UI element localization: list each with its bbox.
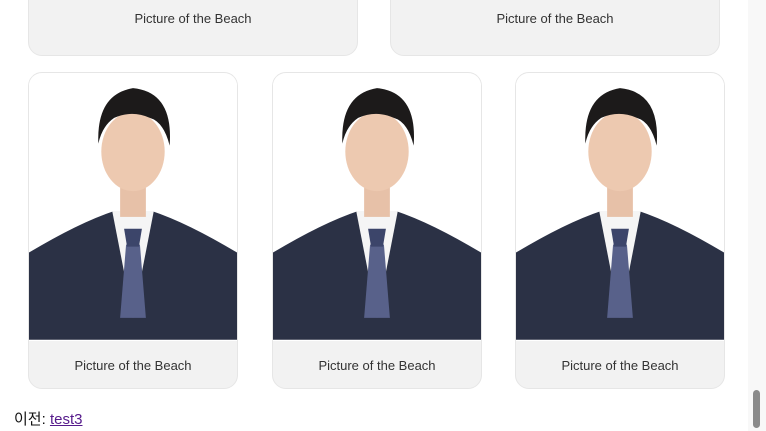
card-caption: Picture of the Beach <box>496 11 614 26</box>
gallery-card: Picture of the Beach <box>390 0 720 56</box>
previous-post-nav: 이전: test3 <box>14 408 82 429</box>
gallery-card: Picture of the Beach <box>28 72 238 389</box>
card-caption: Picture of the Beach <box>134 11 252 26</box>
previous-label: 이전: <box>14 411 46 428</box>
previous-post-link[interactable]: test3 <box>50 411 83 428</box>
card-caption: Picture of the Beach <box>561 358 679 373</box>
portrait-photo <box>273 73 481 341</box>
gallery-card: Picture of the Beach <box>28 0 358 56</box>
scrollbar-thumb[interactable] <box>753 390 760 428</box>
portrait-photo <box>516 73 724 341</box>
card-caption: Picture of the Beach <box>318 358 436 373</box>
card-caption: Picture of the Beach <box>74 358 192 373</box>
portrait-photo <box>29 73 237 341</box>
gallery-card: Picture of the Beach <box>515 72 725 389</box>
gallery-card: Picture of the Beach <box>272 72 482 389</box>
scrollbar[interactable] <box>748 0 766 431</box>
